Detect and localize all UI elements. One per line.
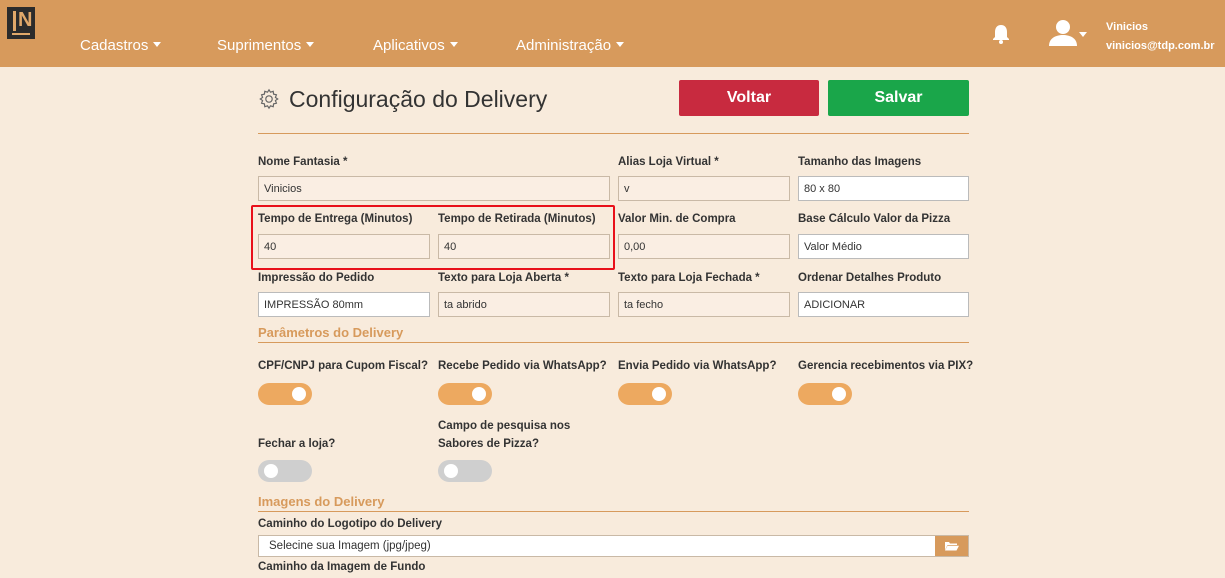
campo-pesquisa-label-line2: Sabores de Pizza?	[438, 438, 539, 450]
nav-label: Cadastros	[80, 37, 149, 54]
valor-min-input[interactable]: 0,00	[618, 234, 790, 259]
toggle-knob	[472, 387, 486, 401]
bell-icon[interactable]	[992, 24, 1010, 44]
caret-down-icon	[449, 42, 458, 47]
nome-fantasia-input[interactable]: Vinicios	[258, 176, 610, 201]
app-logo[interactable]: N	[7, 7, 35, 39]
caret-down-icon	[306, 42, 315, 47]
header-divider	[258, 133, 969, 134]
campo-pesquisa-label-line1: Campo de pesquisa nos	[438, 420, 571, 432]
user-menu-caret-icon[interactable]	[1079, 32, 1087, 37]
user-name: Vinicios	[1106, 21, 1148, 33]
nav-label: Suprimentos	[217, 37, 302, 54]
fechar-loja-toggle[interactable]	[258, 460, 312, 482]
parametros-divider	[258, 342, 969, 343]
base-calculo-label: Base Cálculo Valor da Pizza	[798, 213, 951, 225]
toggle-knob	[292, 387, 306, 401]
toggle-knob	[444, 464, 458, 478]
user-icon[interactable]	[1048, 20, 1078, 46]
impressao-select[interactable]: IMPRESSÃO 80mm	[258, 292, 430, 317]
impressao-label: Impressão do Pedido	[258, 272, 375, 284]
alias-loja-label: Alias Loja Virtual *	[618, 156, 719, 168]
toggle-knob	[264, 464, 278, 478]
toggle-knob	[832, 387, 846, 401]
texto-fechada-input[interactable]: ta fecho	[618, 292, 790, 317]
caret-down-icon	[153, 42, 162, 47]
tempo-entrega-label: Tempo de Entrega (Minutos)	[258, 213, 413, 225]
nav-cadastros[interactable]: Cadastros	[80, 37, 162, 54]
parametros-section-title: Parâmetros do Delivery	[258, 325, 404, 340]
logotipo-label: Caminho do Logotipo do Delivery	[258, 518, 442, 530]
valor-min-label: Valor Min. de Compra	[618, 213, 736, 225]
recebimentos-pix-label: Gerencia recebimentos via PIX?	[798, 360, 974, 372]
envia-whatsapp-label: Envia Pedido via WhatsApp?	[618, 360, 777, 372]
fechar-loja-label: Fechar a loja?	[258, 438, 336, 450]
page-header: Configuração do Delivery	[258, 84, 547, 114]
tempo-retirada-input[interactable]: 40	[438, 234, 610, 259]
recebe-whatsapp-toggle[interactable]	[438, 383, 492, 405]
user-email: vinicios@tdp.com.br	[1106, 40, 1215, 52]
texto-fechada-label: Texto para Loja Fechada *	[618, 272, 760, 284]
nav-label: Aplicativos	[373, 37, 445, 54]
campo-pesquisa-toggle[interactable]	[438, 460, 492, 482]
nav-administracao[interactable]: Administração	[516, 37, 625, 54]
recebimentos-pix-toggle[interactable]	[798, 383, 852, 405]
tempo-retirada-label: Tempo de Retirada (Minutos)	[438, 213, 596, 225]
save-button[interactable]: Salvar	[828, 80, 969, 116]
browse-button[interactable]	[935, 536, 968, 556]
imagens-divider	[258, 511, 969, 512]
ordenar-detalhes-label: Ordenar Detalhes Produto	[798, 272, 942, 284]
tempo-entrega-input[interactable]: 40	[258, 234, 430, 259]
recebe-whatsapp-label: Recebe Pedido via WhatsApp?	[438, 360, 607, 372]
top-navbar: N Cadastros Suprimentos Aplicativos Admi…	[0, 0, 1225, 67]
nav-aplicativos[interactable]: Aplicativos	[373, 37, 458, 54]
texto-aberta-label: Texto para Loja Aberta *	[438, 272, 570, 284]
nav-label: Administração	[516, 37, 612, 54]
imagem-fundo-label: Caminho da Imagem de Fundo	[258, 561, 426, 573]
page-title: Configuração do Delivery	[289, 85, 548, 112]
texto-aberta-input[interactable]: ta abrido	[438, 292, 610, 317]
envia-whatsapp-toggle[interactable]	[618, 383, 672, 405]
nav-suprimentos[interactable]: Suprimentos	[217, 37, 315, 54]
cpf-cnpj-label: CPF/CNPJ para Cupom Fiscal?	[258, 360, 428, 372]
caret-down-icon	[616, 42, 625, 47]
cpf-cnpj-toggle[interactable]	[258, 383, 312, 405]
tamanho-imagens-select[interactable]: 80 x 80	[798, 176, 969, 201]
ordenar-detalhes-select[interactable]: ADICIONAR	[798, 292, 969, 317]
imagens-section-title: Imagens do Delivery	[258, 494, 385, 509]
back-button[interactable]: Voltar	[679, 80, 819, 116]
base-calculo-select[interactable]: Valor Médio	[798, 234, 969, 259]
logotipo-file-input[interactable]: Selecine sua Imagem (jpg/jpeg)	[258, 535, 969, 557]
gear-icon	[259, 88, 279, 110]
toggle-knob	[652, 387, 666, 401]
folder-open-icon	[945, 542, 959, 551]
nome-fantasia-label: Nome Fantasia *	[258, 156, 348, 168]
alias-loja-input[interactable]: v	[618, 176, 790, 201]
logotipo-placeholder: Selecine sua Imagem (jpg/jpeg)	[269, 540, 431, 552]
tamanho-imagens-label: Tamanho das Imagens	[798, 156, 922, 168]
